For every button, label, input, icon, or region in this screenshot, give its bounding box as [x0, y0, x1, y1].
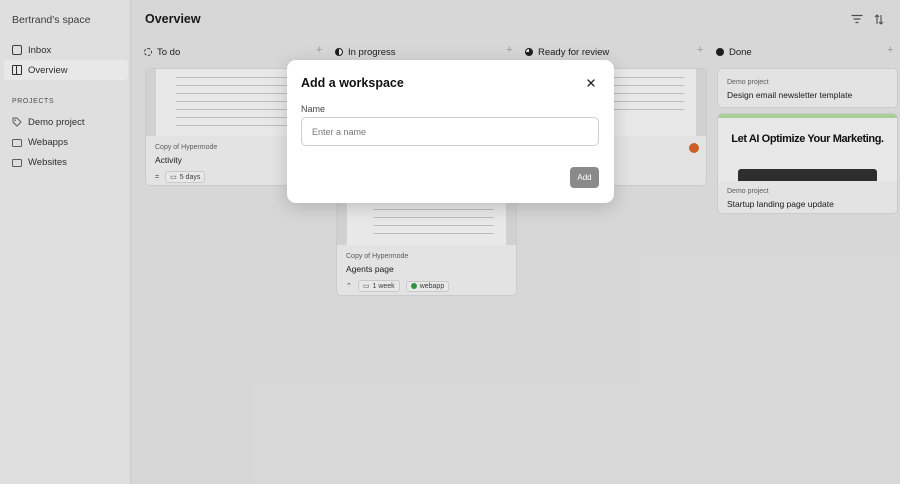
close-icon[interactable] — [585, 77, 597, 89]
add-button[interactable]: Add — [570, 167, 599, 188]
modal-title: Add a workspace — [301, 76, 404, 90]
name-label: Name — [301, 104, 326, 114]
workspace-name-input[interactable] — [301, 117, 599, 146]
add-workspace-modal: Add a workspace Name Add — [287, 60, 614, 203]
